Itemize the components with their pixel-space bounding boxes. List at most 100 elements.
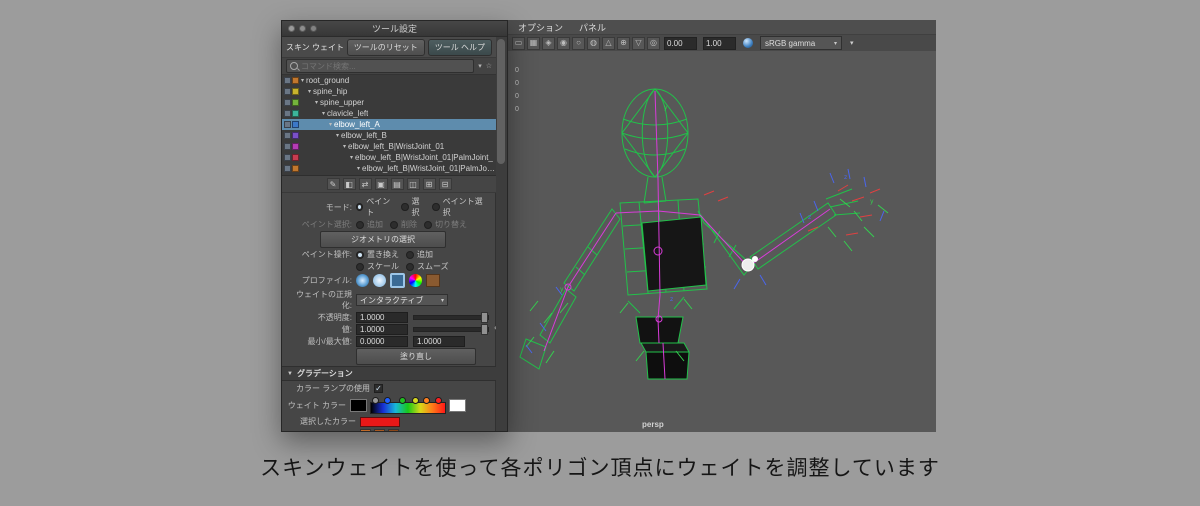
color-ramp[interactable] — [370, 396, 446, 414]
add-influence-icon[interactable]: ⊞ — [422, 178, 436, 190]
colorspace-value: sRGB gamma — [765, 38, 816, 48]
snap-grid-icon[interactable]: ▦ — [527, 36, 540, 50]
chevron-down-icon[interactable]: ▾ — [478, 62, 482, 70]
snap-curve-icon[interactable]: ◈ — [542, 36, 555, 50]
selected-color-swatch[interactable] — [360, 416, 400, 427]
make-live-icon[interactable]: ◍ — [587, 36, 600, 50]
paint-op-add-radio[interactable]: 追加 — [406, 249, 433, 260]
select-tool-icon[interactable]: ▭ — [512, 36, 525, 50]
mode-paint-select-radio[interactable]: ペイント選択 — [432, 196, 485, 218]
remove-influence-icon[interactable]: ⊟ — [438, 178, 452, 190]
paste-weights-icon[interactable]: ▤ — [390, 178, 404, 190]
viewport-menubar: オプション パネル — [508, 20, 936, 35]
value-field[interactable] — [356, 324, 408, 335]
profile-row: プロファイル: — [286, 273, 492, 288]
ramp-start-swatch[interactable] — [350, 398, 367, 412]
ramp-handle[interactable] — [383, 397, 391, 404]
exposure-field[interactable]: 0.00 — [664, 36, 697, 50]
maximize-icon[interactable] — [310, 25, 317, 32]
mode-select-radio[interactable]: 選択 — [401, 196, 425, 218]
svg-text:y: y — [870, 198, 874, 205]
window-scrollbar[interactable] — [495, 37, 507, 431]
menu-options[interactable]: オプション — [518, 21, 563, 34]
color-preset-swatch[interactable] — [374, 429, 385, 431]
flood-row: 塗り直し — [286, 348, 492, 365]
construction-history-icon[interactable]: △ — [602, 36, 615, 50]
search-input[interactable] — [301, 61, 471, 71]
camera-settings-icon[interactable]: ◎ — [647, 36, 660, 50]
color-preset-swatch[interactable] — [388, 429, 399, 431]
brush-icon[interactable]: ✎ — [326, 178, 340, 190]
scrollbar-thumb[interactable] — [497, 39, 505, 164]
isolate-select-icon[interactable]: ⊕ — [617, 36, 630, 50]
weight-hammer-icon[interactable]: ◫ — [406, 178, 420, 190]
tree-item[interactable]: ▾ elbow_left_B|WristJoint_01|PalmJoint|_ — [282, 163, 496, 174]
gradient-section-header[interactable]: ▼ グラデーション — [282, 366, 496, 381]
colorspace-dropdown[interactable]: sRGB gamma ▾ — [760, 36, 842, 50]
use-color-ramp-checkbox[interactable]: ✓ — [374, 384, 383, 393]
ramp-handle[interactable] — [398, 397, 406, 404]
paint-bucket-icon[interactable]: ◧ — [342, 178, 356, 190]
ramp-handle[interactable] — [371, 397, 379, 404]
mode-row: モード: ペイント 選択 ペイント選択 — [286, 196, 492, 218]
tree-item[interactable]: ▾ elbow_left_A — [282, 119, 496, 130]
svg-text:y: y — [664, 104, 668, 111]
brush-soft-icon[interactable] — [356, 274, 369, 287]
min-value-field[interactable] — [356, 336, 408, 347]
mode-paint-radio[interactable]: ペイント — [356, 196, 394, 218]
minmax-row: 最小/最大値: — [286, 336, 492, 347]
brush-ramp-icon[interactable] — [409, 274, 422, 287]
paint-op-scale-radio[interactable]: スケール — [356, 261, 399, 272]
color-preset-row: カラー プリセット — [286, 429, 492, 431]
reset-tool-button[interactable]: ツールのリセット — [346, 38, 425, 56]
menu-panels[interactable]: パネル — [579, 21, 606, 34]
search-icon — [290, 62, 298, 70]
snap-point-icon[interactable]: ◉ — [557, 36, 570, 50]
tree-item[interactable]: ▾ spine_hip — [282, 86, 496, 97]
paint-op-replace-radio[interactable]: 置き換え — [356, 249, 399, 260]
color-preset-swatch[interactable] — [360, 429, 371, 431]
tree-item[interactable]: ▾ spine_upper — [282, 97, 496, 108]
brush-browse-icon[interactable] — [426, 274, 440, 287]
paint-op-smooth-radio[interactable]: スムーズ — [406, 261, 449, 272]
field-chart-icon[interactable]: ▽ — [632, 36, 645, 50]
tree-item[interactable]: ▾ elbow_left_B|WristJoint_01 — [282, 141, 496, 152]
tree-item[interactable]: ▾ elbow_left_B|WristJoint_01|PalmJoint_ — [282, 152, 496, 163]
svg-text:z: z — [670, 296, 673, 303]
flood-button[interactable]: 塗り直し — [356, 348, 476, 365]
search-box[interactable] — [286, 59, 475, 73]
brush-square-icon[interactable] — [390, 273, 405, 288]
tree-item[interactable]: ▾ elbow_left_B — [282, 130, 496, 141]
paint-select-remove-radio: 削除 — [390, 219, 417, 230]
ramp-handle[interactable] — [411, 397, 419, 404]
opacity-field[interactable] — [356, 312, 408, 323]
pencil-icon[interactable]: ✎ — [494, 325, 496, 334]
value-slider[interactable] — [413, 324, 489, 335]
normalize-row: ウェイトの正規化: インタラクティブ ▾ — [286, 289, 492, 311]
tree-item[interactable]: ▾ clavicle_left — [282, 108, 496, 119]
copy-weights-icon[interactable]: ▣ — [374, 178, 388, 190]
brush-solid-icon[interactable] — [373, 274, 386, 287]
close-icon[interactable] — [288, 25, 295, 32]
camera-label: persp — [642, 420, 664, 429]
max-value-field[interactable] — [413, 336, 465, 347]
window-titlebar[interactable]: ツール設定 — [282, 21, 507, 37]
ramp-end-swatch[interactable] — [449, 398, 466, 412]
viewport-canvas[interactable]: 0000 z y z y y z persp — [508, 51, 936, 432]
mirror-weights-icon[interactable]: ⇄ — [358, 178, 372, 190]
snap-view-icon[interactable]: ○ — [572, 36, 585, 50]
bookmark-icon[interactable]: ☆ — [486, 62, 492, 70]
select-geometry-button[interactable]: ジオメトリの選択 — [320, 231, 446, 248]
opacity-slider[interactable] — [413, 312, 489, 323]
search-row: ▾ ☆ — [282, 58, 496, 75]
tree-item[interactable]: ▾ root_ground — [282, 75, 496, 86]
tool-help-button[interactable]: ツール ヘルプ — [427, 38, 492, 56]
normalize-dropdown[interactable]: インタラクティブ ▾ — [356, 294, 448, 306]
normalize-value: インタラクティブ — [360, 295, 424, 305]
joint-tree: ▾ root_ground ▾ spine_hip ▾ spine_upper ▾ clavi… — [282, 75, 496, 176]
gamma-field[interactable]: 1.00 — [703, 36, 736, 50]
tool-options-form: モード: ペイント 選択 ペイント選択 ペイント選択: 追加 削除 切り替え ジ… — [282, 193, 496, 366]
minimize-icon[interactable] — [299, 25, 306, 32]
paint-select-row: ペイント選択: 追加 削除 切り替え — [286, 219, 492, 230]
chevron-down-icon[interactable]: ▾ — [850, 39, 854, 47]
